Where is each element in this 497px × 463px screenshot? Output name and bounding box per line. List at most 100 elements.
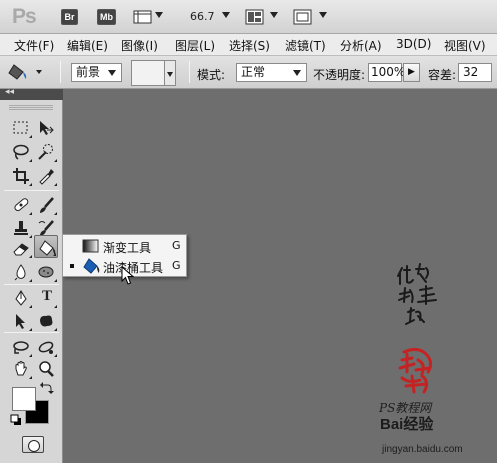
separator (4, 190, 59, 191)
tolerance-input[interactable]: 32 (458, 63, 492, 82)
fill-source-select[interactable]: 前景 (71, 63, 122, 82)
menu-filter[interactable]: 滤镜(T) (285, 37, 326, 54)
quick-mask-button[interactable] (22, 436, 44, 453)
eraser-icon (13, 243, 29, 256)
brush-icon (40, 197, 54, 213)
chevron-down-icon (108, 70, 116, 76)
blur-tool[interactable] (9, 260, 33, 283)
tolerance-label: 容差: (428, 68, 457, 82)
menu-select[interactable]: 选择(S) (229, 37, 270, 54)
pattern-dropdown[interactable] (165, 60, 176, 86)
view-extras-button[interactable] (133, 9, 153, 25)
sponge-tool[interactable] (34, 260, 58, 283)
zoom-dropdown-icon[interactable] (222, 12, 230, 18)
opacity-input[interactable]: 100% (368, 63, 405, 82)
watermark-brand: Bai经验 (380, 416, 434, 433)
submenu-indicator (54, 305, 57, 308)
menu-edit[interactable]: 编辑(E) (67, 37, 108, 54)
swap-arrows-icon (40, 382, 54, 394)
zoom-tool[interactable] (34, 357, 58, 380)
separator (4, 284, 59, 285)
menu-analysis[interactable]: 分析(A) (340, 37, 382, 54)
shape-icon (40, 315, 53, 327)
magnifier-icon (39, 361, 54, 377)
band-aid-icon (14, 198, 29, 212)
menu-view[interactable]: 视图(V) (444, 37, 486, 54)
menu-3d[interactable]: 3D(D) (396, 37, 431, 51)
menu-layer[interactable]: 图层(L) (175, 37, 215, 54)
arrow-right-icon: ▶ (408, 67, 415, 77)
submenu-indicator (29, 279, 32, 282)
bridge-button[interactable]: Br (61, 9, 78, 25)
chevron-down-icon[interactable] (270, 12, 278, 18)
pen-tool[interactable] (9, 286, 33, 309)
pattern-picker[interactable] (131, 60, 165, 86)
chevron-down-icon[interactable] (155, 12, 163, 18)
lasso-tool[interactable] (9, 140, 33, 163)
separator (189, 61, 190, 83)
screen-mode-icon (293, 9, 312, 25)
type-tool[interactable]: T (34, 286, 58, 309)
move-tool[interactable] (34, 116, 58, 139)
rectangular-marquee-tool[interactable] (9, 116, 33, 139)
hand-tool[interactable] (9, 357, 33, 380)
eyedropper-tool[interactable] (34, 164, 58, 187)
foreground-color-swatch[interactable] (12, 387, 36, 411)
3d-rotate-tool[interactable] (9, 335, 33, 358)
tolerance-value: 32 (463, 65, 479, 79)
flyout-item-shortcut: G (172, 239, 181, 252)
crop-tool[interactable] (9, 164, 33, 187)
spot-healing-brush-tool[interactable] (9, 193, 33, 216)
quick-selection-icon (38, 144, 53, 160)
paint-bucket-icon (82, 258, 100, 274)
zoom-level[interactable]: 66.7 (190, 10, 215, 23)
toolbox-panel: ◂◂ T (0, 87, 63, 463)
photoshop-logo: Ps (12, 5, 37, 28)
path-selection-tool[interactable] (9, 309, 33, 332)
menu-bar: 文件(F) 编辑(E) 图像(I) 图层(L) 选择(S) 滤镜(T) 分析(A… (0, 34, 497, 56)
blend-mode-value: 正常 (241, 65, 266, 79)
type-icon: T (42, 288, 53, 304)
toolbox-header[interactable]: ◂◂ (0, 87, 63, 100)
submenu-indicator (29, 159, 32, 162)
default-colors-button[interactable] (10, 414, 22, 426)
chevron-down-icon (293, 70, 301, 76)
toolbox-grip[interactable] (9, 105, 53, 111)
blur-icon (14, 264, 26, 281)
mouse-pointer-icon (121, 266, 135, 285)
eyedropper-icon (39, 169, 54, 185)
chevron-down-icon[interactable] (319, 12, 327, 18)
3d-orbit-icon (38, 341, 54, 354)
mini-bridge-button[interactable]: Mb (97, 9, 116, 25)
custom-shape-tool[interactable] (34, 309, 58, 332)
marquee-icon (13, 121, 28, 134)
arrange-documents-icon (245, 9, 264, 25)
arrange-documents-button[interactable] (245, 9, 265, 25)
submenu-indicator (29, 376, 32, 379)
flyout-item-shortcut: G (172, 259, 181, 272)
submenu-indicator (29, 305, 32, 308)
submenu-indicator (54, 212, 57, 215)
paint-bucket-tool[interactable] (34, 235, 58, 258)
flyout-item-gradient[interactable]: 渐变工具 G (63, 236, 186, 256)
sponge-icon (38, 266, 54, 278)
flyout-item-label: 渐变工具 (103, 241, 152, 255)
quick-selection-tool[interactable] (34, 140, 58, 163)
swap-colors-button[interactable] (39, 381, 55, 395)
opacity-label: 不透明度: (313, 68, 366, 82)
submenu-indicator (29, 212, 32, 215)
blend-mode-select[interactable]: 正常 (236, 63, 307, 82)
eraser-tool[interactable] (9, 236, 33, 259)
separator (4, 332, 59, 333)
menu-image[interactable]: 图像(I) (121, 37, 158, 54)
tool-preset-picker[interactable] (6, 60, 50, 84)
paint-bucket-icon (8, 64, 42, 80)
menu-file[interactable]: 文件(F) (14, 37, 54, 54)
screen-mode-button[interactable] (293, 9, 313, 25)
brush-tool[interactable] (34, 193, 58, 216)
stamp-icon (14, 221, 28, 235)
collapse-icon[interactable]: ◂◂ (5, 87, 14, 97)
opacity-slider-button[interactable]: ▶ (403, 63, 420, 82)
watermark-url: jingyan.baidu.com (382, 444, 463, 455)
3d-orbit-tool[interactable] (34, 335, 58, 358)
